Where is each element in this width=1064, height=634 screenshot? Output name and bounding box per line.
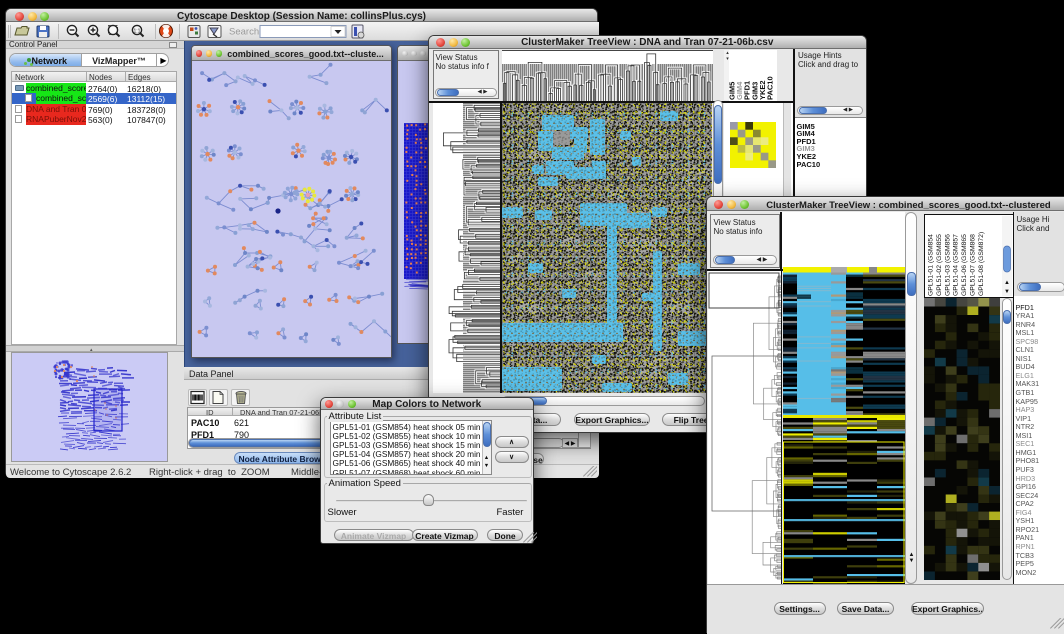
- svg-text:GPL51-03 (GSM856: GPL51-03 (GSM856: [944, 233, 951, 295]
- svg-text:Search:: Search:: [229, 27, 262, 38]
- svg-text:GPL51-07 (GSM868: GPL51-07 (GSM868: [969, 233, 976, 295]
- svg-text:GPL51-06 (GSM865: GPL51-06 (GSM865: [961, 233, 968, 295]
- svg-text:PAC10: PAC10: [765, 76, 774, 100]
- svg-text:GPL51-08 (GSM872): GPL51-08 (GSM872): [977, 231, 984, 295]
- svg-text:1:1: 1:1: [134, 29, 141, 35]
- svg-text:▼: ▼: [1004, 289, 1010, 295]
- svg-text:▲: ▲: [1004, 280, 1010, 286]
- svg-text:GPL51-04 (GSM857: GPL51-04 (GSM857: [952, 233, 959, 295]
- svg-text:GPL51-01 (GSM854: GPL51-01 (GSM854: [927, 233, 934, 295]
- svg-text:GPL51-02 (GSM855: GPL51-02 (GSM855: [935, 233, 942, 295]
